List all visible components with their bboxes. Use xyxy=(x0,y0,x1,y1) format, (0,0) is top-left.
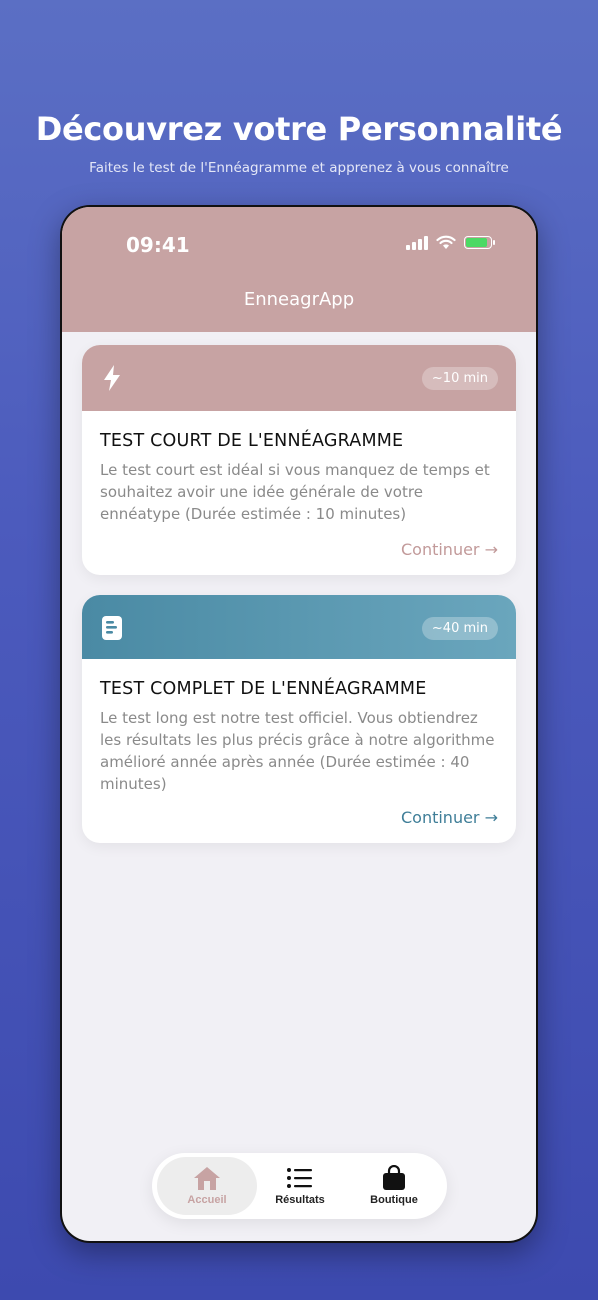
list-icon xyxy=(287,1168,312,1188)
app-header: 09:41 EnneagrApp xyxy=(62,207,536,332)
continue-link[interactable]: Continuer → xyxy=(401,540,498,559)
bottom-tab-bar: Accueil Résultats Boutique xyxy=(152,1153,447,1219)
app-screen: 09:41 EnneagrApp ~10 min TEST COURT DE L… xyxy=(62,207,536,1241)
tab-label: Boutique xyxy=(370,1194,418,1206)
duration-badge: ~40 min xyxy=(421,617,498,640)
continue-link[interactable]: Continuer → xyxy=(401,808,498,827)
tab-label: Accueil xyxy=(187,1194,227,1206)
lightning-bolt-icon xyxy=(104,365,120,391)
shopping-bag-icon xyxy=(383,1165,405,1190)
battery-icon xyxy=(464,236,495,249)
card-description: Le test court est idéal si vous manquez … xyxy=(100,461,490,523)
wifi-icon xyxy=(436,235,456,249)
short-test-card[interactable]: ~10 min TEST COURT DE L'ENNÉAGRAMME Le t… xyxy=(82,345,516,575)
home-icon xyxy=(194,1167,220,1190)
app-title: EnneagrApp xyxy=(243,289,355,310)
tab-label: Résultats xyxy=(275,1194,325,1206)
hero-title: Découvrez votre Personnalité xyxy=(35,110,563,148)
full-test-card-header: ~40 min xyxy=(82,595,516,659)
hero-subtitle: Faites le test de l'Ennéagramme et appre… xyxy=(89,160,509,176)
tab-boutique[interactable]: Boutique xyxy=(344,1157,444,1215)
document-icon xyxy=(102,616,122,640)
tab-accueil[interactable]: Accueil xyxy=(157,1157,257,1215)
card-description: Le test long est notre test officiel. Vo… xyxy=(100,709,495,793)
tab-resultats[interactable]: Résultats xyxy=(250,1157,350,1215)
phone-frame: 09:41 EnneagrApp ~10 min TEST COURT DE L… xyxy=(60,205,538,1243)
card-title: TEST COMPLET DE L'ENNÉAGRAMME xyxy=(100,679,427,699)
full-test-card[interactable]: ~40 min TEST COMPLET DE L'ENNÉAGRAMME Le… xyxy=(82,595,516,843)
status-time: 09:41 xyxy=(126,233,190,257)
status-icons xyxy=(406,235,495,250)
card-title: TEST COURT DE L'ENNÉAGRAMME xyxy=(100,431,404,451)
cellular-signal-icon xyxy=(406,235,428,250)
duration-badge: ~10 min xyxy=(421,367,498,390)
short-test-card-header: ~10 min xyxy=(82,345,516,411)
